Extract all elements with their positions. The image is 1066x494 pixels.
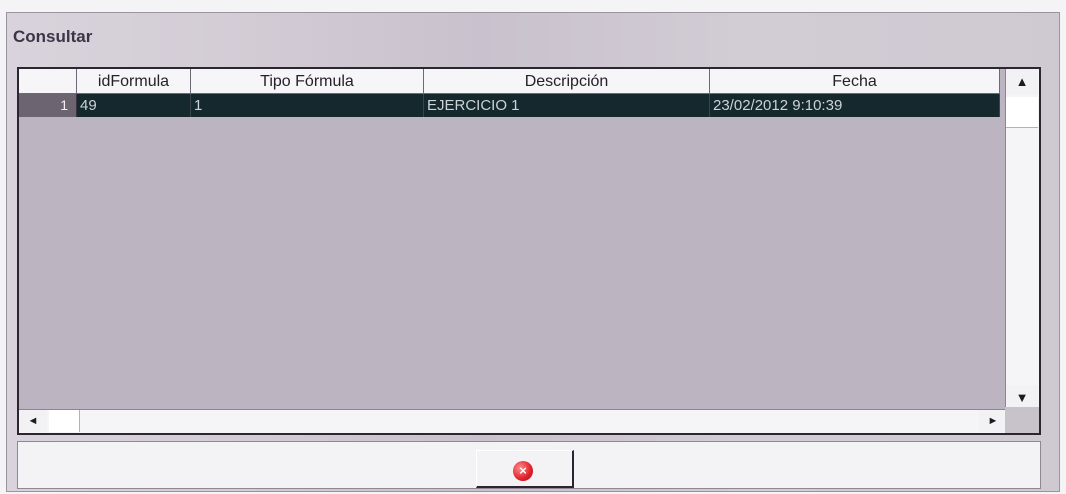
scroll-up-icon[interactable]: ▲ xyxy=(1006,69,1038,95)
column-header-descripcion[interactable]: Descripción xyxy=(424,69,710,94)
vertical-scroll-thumb[interactable] xyxy=(1006,97,1038,128)
button-panel: × xyxy=(17,441,1041,489)
scroll-left-icon[interactable]: ◄ xyxy=(19,410,47,432)
cell-fecha[interactable]: 23/02/2012 9:10:39 xyxy=(710,94,1000,117)
scrollbar-corner xyxy=(1005,407,1039,433)
row-number[interactable]: 1 xyxy=(19,94,77,117)
window-title: Consultar xyxy=(13,27,93,46)
close-icon: × xyxy=(513,461,533,481)
cell-descripcion[interactable]: EJERCICIO 1 xyxy=(424,94,710,117)
vertical-scrollbar[interactable]: ▲ ▼ xyxy=(1005,69,1039,411)
row-header-corner xyxy=(19,69,77,94)
results-grid[interactable]: idFormula Tipo Fórmula Descripción Fecha… xyxy=(17,67,1041,435)
column-header-idformula[interactable]: idFormula xyxy=(77,69,191,94)
horizontal-scroll-thumb[interactable] xyxy=(49,410,80,432)
cell-idformula[interactable]: 49 xyxy=(77,94,191,117)
scroll-right-icon[interactable]: ► xyxy=(979,410,1007,432)
horizontal-scrollbar[interactable]: ◄ ► xyxy=(19,409,1007,433)
column-header-fecha[interactable]: Fecha xyxy=(710,69,1000,94)
column-header-tipo-formula[interactable]: Tipo Fórmula xyxy=(191,69,424,94)
close-button[interactable]: × xyxy=(476,450,574,488)
cell-tipo-formula[interactable]: 1 xyxy=(191,94,424,117)
consultar-window: Consultar idFormula Tipo Fórmula Descrip… xyxy=(6,12,1060,492)
